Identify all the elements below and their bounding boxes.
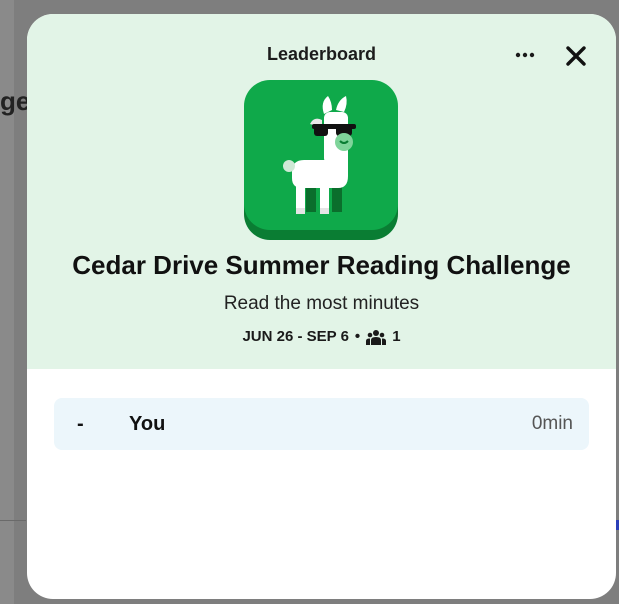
row-minutes: 0min [531, 413, 573, 434]
challenge-meta: JUN 26 - SEP 6 • 1 [27, 328, 616, 345]
challenge-subtitle: Read the most minutes [223, 293, 420, 314]
background-divider [0, 520, 26, 521]
leaderboard-row[interactable]: - You 0min [54, 398, 589, 450]
row-rank: - [77, 412, 84, 435]
row-name: You [129, 412, 166, 435]
close-button[interactable] [562, 42, 590, 70]
meta-separator: • [354, 328, 361, 345]
background-text: ge [0, 86, 30, 116]
leaderboard-list: - You 0min [54, 398, 589, 450]
challenge-hero: Leaderboard Cedar Drive Summer Reading C… [27, 14, 616, 369]
participant-count: 1 [392, 328, 401, 345]
challenge-dates: JUN 26 - SEP 6 [242, 328, 349, 345]
llama-with-sunglasses-icon [244, 80, 398, 240]
challenge-badge [244, 80, 398, 240]
people-icon [366, 329, 387, 345]
leaderboard-modal: Leaderboard Cedar Drive Summer Reading C… [27, 14, 616, 599]
close-icon [566, 46, 586, 66]
more-options-button[interactable] [511, 42, 539, 68]
challenge-title: Cedar Drive Summer Reading Challenge [72, 250, 571, 280]
more-horizontal-icon [515, 52, 535, 58]
